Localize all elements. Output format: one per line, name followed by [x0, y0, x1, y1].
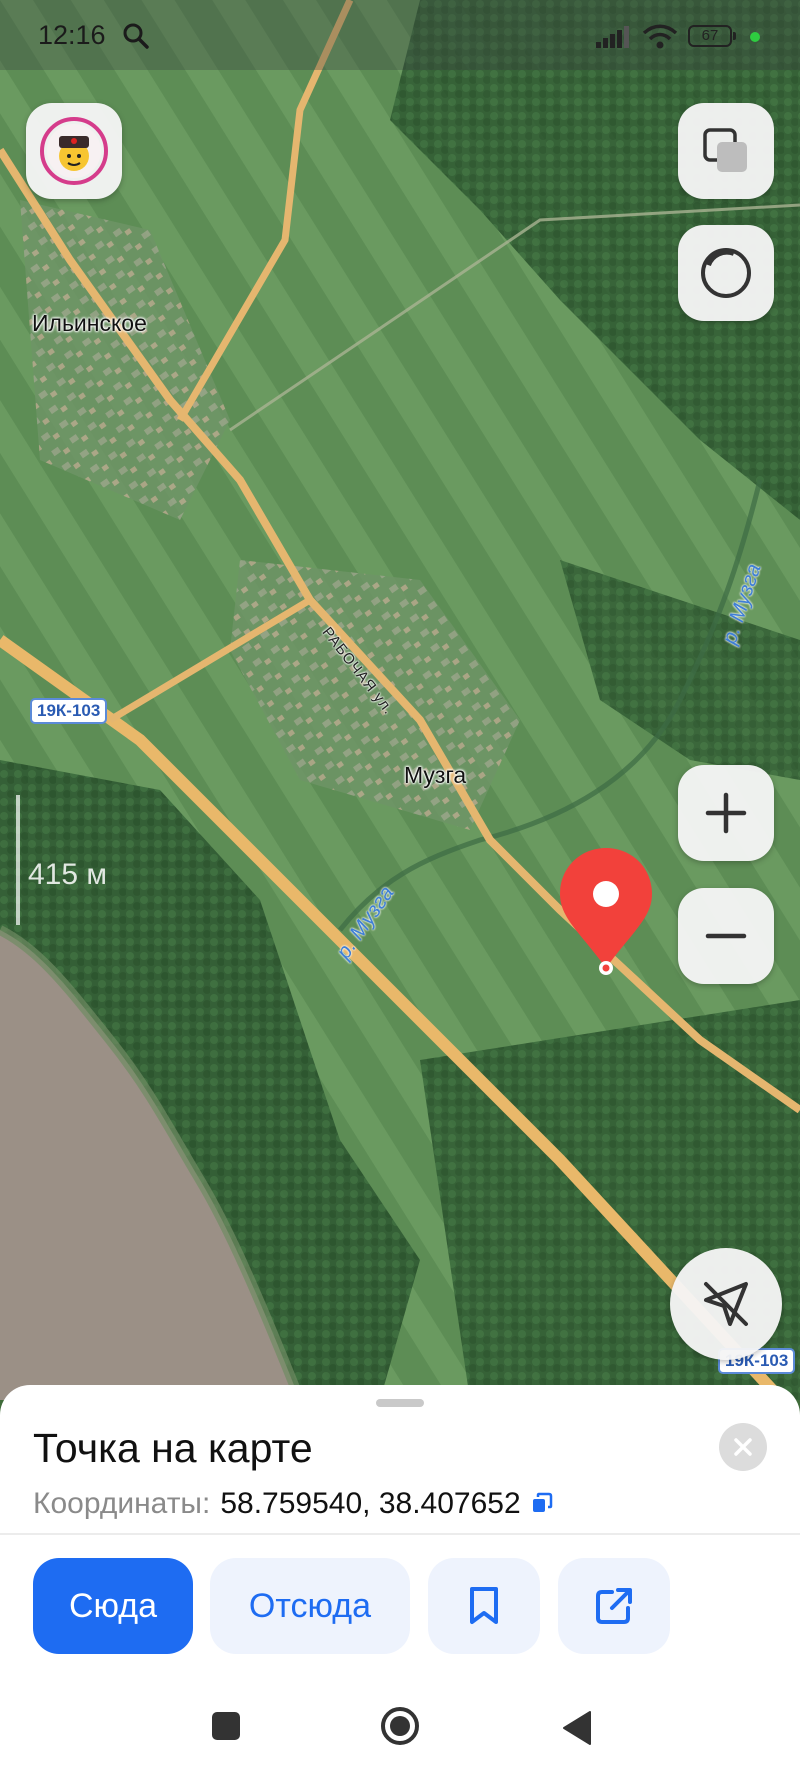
notification-dot: [750, 32, 760, 42]
layers-icon[interactable]: [678, 103, 774, 199]
back-button[interactable]: [560, 1710, 594, 1751]
signal-icon: [596, 26, 632, 53]
close-button[interactable]: [719, 1423, 767, 1471]
place-label-ilinskoe[interactable]: Ильинское: [32, 310, 147, 337]
minus-icon: [705, 933, 747, 939]
location-pin-icon[interactable]: [558, 848, 654, 978]
zoom-out-button[interactable]: [678, 888, 774, 984]
route-from-button[interactable]: Отсюда: [210, 1558, 410, 1654]
zoom-in-button[interactable]: [678, 765, 774, 861]
plus-icon: [705, 792, 747, 834]
route-here-button[interactable]: Сюда: [33, 1558, 193, 1654]
scale-bar: [16, 795, 20, 925]
road-badge-west: 19К-103: [30, 698, 108, 724]
coordinates-row: Координаты: 58.759540, 38.407652: [33, 1487, 553, 1522]
compass-icon[interactable]: [678, 225, 774, 321]
scale-label: 415 м: [28, 858, 108, 891]
profile-avatar-icon[interactable]: [26, 103, 122, 199]
navigation-off-icon[interactable]: [670, 1248, 782, 1360]
bookmark-icon: [470, 1587, 498, 1624]
recent-apps-button[interactable]: [212, 1712, 240, 1740]
close-icon: [734, 1438, 752, 1456]
wifi-icon: [642, 24, 678, 55]
map-view[interactable]: Ильинское Музга р. Музга р. Музга РАБОЧА…: [0, 0, 800, 1400]
share-button[interactable]: [558, 1558, 670, 1654]
search-icon: [122, 22, 150, 55]
home-button[interactable]: [380, 1706, 420, 1751]
coordinates-label: Координаты:: [33, 1487, 211, 1520]
place-label-muzga[interactable]: Музга: [404, 762, 466, 789]
sheet-drag-handle[interactable]: [376, 1399, 424, 1407]
status-bar: 12:16 67: [0, 0, 800, 70]
sheet-title: Точка на карте: [33, 1425, 313, 1471]
satellite-imagery: [0, 0, 800, 1400]
bookmark-button[interactable]: [428, 1558, 540, 1654]
battery-icon: 67: [688, 25, 736, 47]
coordinates-value[interactable]: 58.759540, 38.407652: [220, 1487, 520, 1520]
divider: [0, 1533, 800, 1535]
status-time: 12:16: [38, 20, 106, 50]
copy-icon[interactable]: [531, 1488, 553, 1522]
share-icon: [596, 1588, 632, 1624]
